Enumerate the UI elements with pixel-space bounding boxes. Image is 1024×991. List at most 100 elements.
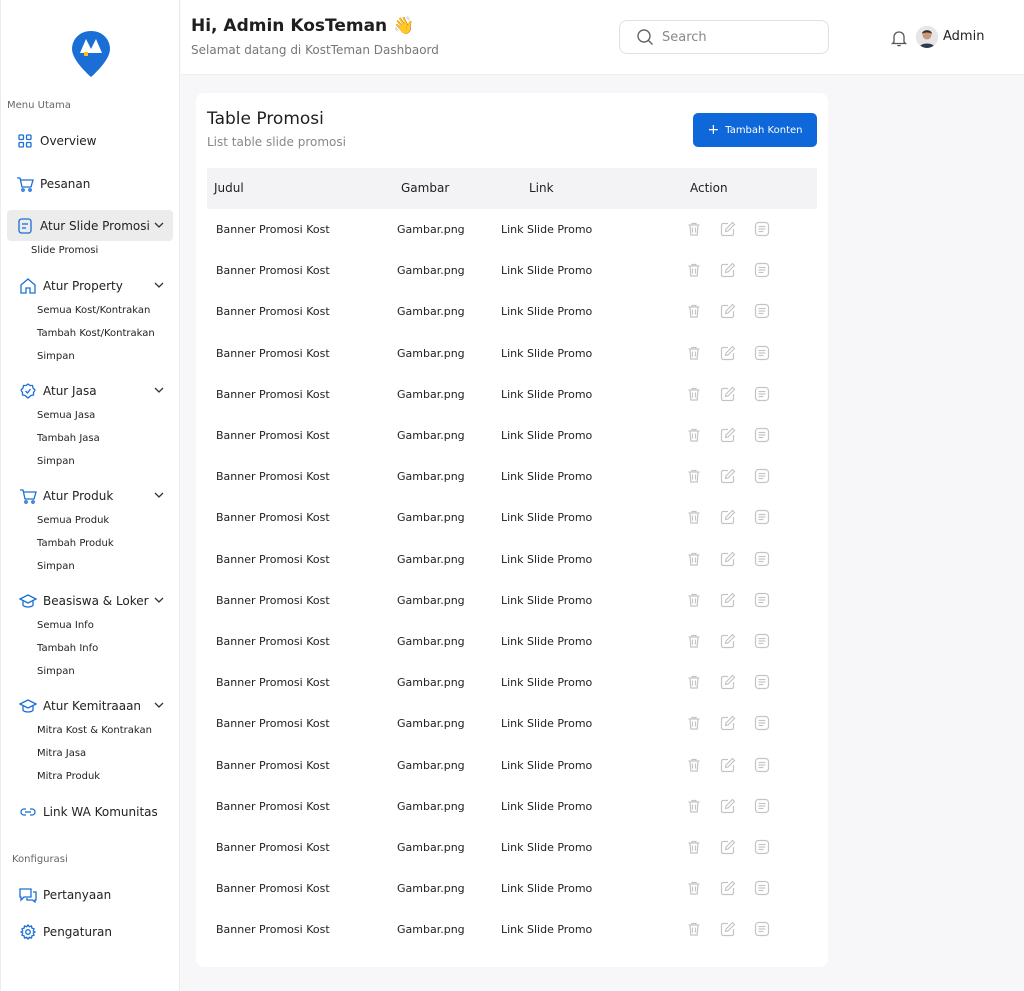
edit-icon[interactable] [720,674,736,690]
detail-icon[interactable] [754,757,770,773]
cell-link[interactable]: Link Slide Promo [501,305,592,318]
cell-link[interactable]: Link Slide Promo [501,882,592,895]
detail-icon[interactable] [754,674,770,690]
trash-icon[interactable] [686,798,702,814]
detail-icon[interactable] [754,592,770,608]
cell-link[interactable]: Link Slide Promo [501,223,592,236]
nav-pengaturan[interactable]: Pengaturan [7,916,173,947]
sub-semua-jasa[interactable]: Semua Jasa [37,410,95,421]
sub-semua-kost[interactable]: Semua Kost/Kontrakan [37,305,150,316]
trash-icon[interactable] [686,468,702,484]
nav-atur-property[interactable]: Atur Property [7,270,173,301]
edit-icon[interactable] [720,386,736,402]
trash-icon[interactable] [686,386,702,402]
chevron-down-icon[interactable] [153,384,165,396]
sub-tambah-produk[interactable]: Tambah Produk [37,538,114,549]
edit-icon[interactable] [720,633,736,649]
add-content-button[interactable]: + Tambah Konten [693,113,817,147]
edit-icon[interactable] [720,468,736,484]
edit-icon[interactable] [720,715,736,731]
sub-mitra-kost[interactable]: Mitra Kost & Kontrakan [37,725,152,736]
chevron-down-icon[interactable] [153,489,165,501]
sub-slide-promosi[interactable]: Slide Promosi [31,245,98,256]
edit-icon[interactable] [720,427,736,443]
user-name[interactable]: Admin [943,29,984,44]
cell-link[interactable]: Link Slide Promo [501,676,592,689]
cell-link[interactable]: Link Slide Promo [501,635,592,648]
cell-link[interactable]: Link Slide Promo [501,511,592,524]
bell-icon[interactable] [891,29,907,47]
trash-icon[interactable] [686,880,702,896]
nav-link-wa[interactable]: Link WA Komunitas [7,796,173,827]
chevron-down-icon[interactable] [153,594,165,606]
sub-mitra-jasa[interactable]: Mitra Jasa [37,748,86,759]
cell-link[interactable]: Link Slide Promo [501,388,592,401]
nav-atur-kemitraan[interactable]: Atur Kemitraaan [7,690,173,721]
trash-icon[interactable] [686,303,702,319]
nav-overview[interactable]: Overview [7,125,173,156]
edit-icon[interactable] [720,303,736,319]
trash-icon[interactable] [686,633,702,649]
cell-link[interactable]: Link Slide Promo [501,841,592,854]
detail-icon[interactable] [754,386,770,402]
detail-icon[interactable] [754,345,770,361]
edit-icon[interactable] [720,798,736,814]
trash-icon[interactable] [686,509,702,525]
trash-icon[interactable] [686,757,702,773]
cell-link[interactable]: Link Slide Promo [501,470,592,483]
detail-icon[interactable] [754,551,770,567]
edit-icon[interactable] [720,880,736,896]
cell-link[interactable]: Link Slide Promo [501,264,592,277]
detail-icon[interactable] [754,303,770,319]
sub-simpan-property[interactable]: Simpan [37,351,75,362]
trash-icon[interactable] [686,674,702,690]
cell-link[interactable]: Link Slide Promo [501,347,592,360]
edit-icon[interactable] [720,839,736,855]
nav-atur-produk[interactable]: Atur Produk [7,480,173,511]
detail-icon[interactable] [754,798,770,814]
sub-simpan-info[interactable]: Simpan [37,666,75,677]
nav-pesanan[interactable]: Pesanan [7,168,173,199]
nav-pertanyaan[interactable]: Pertanyaan [7,879,173,910]
edit-icon[interactable] [720,509,736,525]
trash-icon[interactable] [686,592,702,608]
trash-icon[interactable] [686,262,702,278]
chevron-down-icon[interactable] [153,699,165,711]
edit-icon[interactable] [720,221,736,237]
cell-link[interactable]: Link Slide Promo [501,923,592,936]
detail-icon[interactable] [754,427,770,443]
cell-link[interactable]: Link Slide Promo [501,759,592,772]
sub-mitra-produk[interactable]: Mitra Produk [37,771,100,782]
edit-icon[interactable] [720,921,736,937]
avatar[interactable] [916,26,938,48]
detail-icon[interactable] [754,880,770,896]
sub-tambah-info[interactable]: Tambah Info [37,643,98,654]
search-input[interactable]: Search [619,20,829,54]
cell-link[interactable]: Link Slide Promo [501,594,592,607]
edit-icon[interactable] [720,345,736,361]
detail-icon[interactable] [754,262,770,278]
sub-tambah-kost[interactable]: Tambah Kost/Kontrakan [37,328,155,339]
sub-semua-produk[interactable]: Semua Produk [37,515,109,526]
chevron-down-icon[interactable] [153,279,165,291]
trash-icon[interactable] [686,221,702,237]
detail-icon[interactable] [754,921,770,937]
nav-atur-jasa[interactable]: Atur Jasa [7,375,173,406]
detail-icon[interactable] [754,633,770,649]
cell-link[interactable]: Link Slide Promo [501,800,592,813]
sub-semua-info[interactable]: Semua Info [37,620,94,631]
sub-simpan-jasa[interactable]: Simpan [37,456,75,467]
detail-icon[interactable] [754,839,770,855]
nav-beasiswa-loker[interactable]: Beasiswa & Loker [7,585,173,616]
trash-icon[interactable] [686,921,702,937]
sub-simpan-produk[interactable]: Simpan [37,561,75,572]
detail-icon[interactable] [754,509,770,525]
cell-link[interactable]: Link Slide Promo [501,429,592,442]
trash-icon[interactable] [686,715,702,731]
detail-icon[interactable] [754,221,770,237]
edit-icon[interactable] [720,262,736,278]
trash-icon[interactable] [686,839,702,855]
nav-atur-slide-promosi[interactable]: Atur Slide Promosi [7,210,173,241]
edit-icon[interactable] [720,551,736,567]
sub-tambah-jasa[interactable]: Tambah Jasa [37,433,100,444]
